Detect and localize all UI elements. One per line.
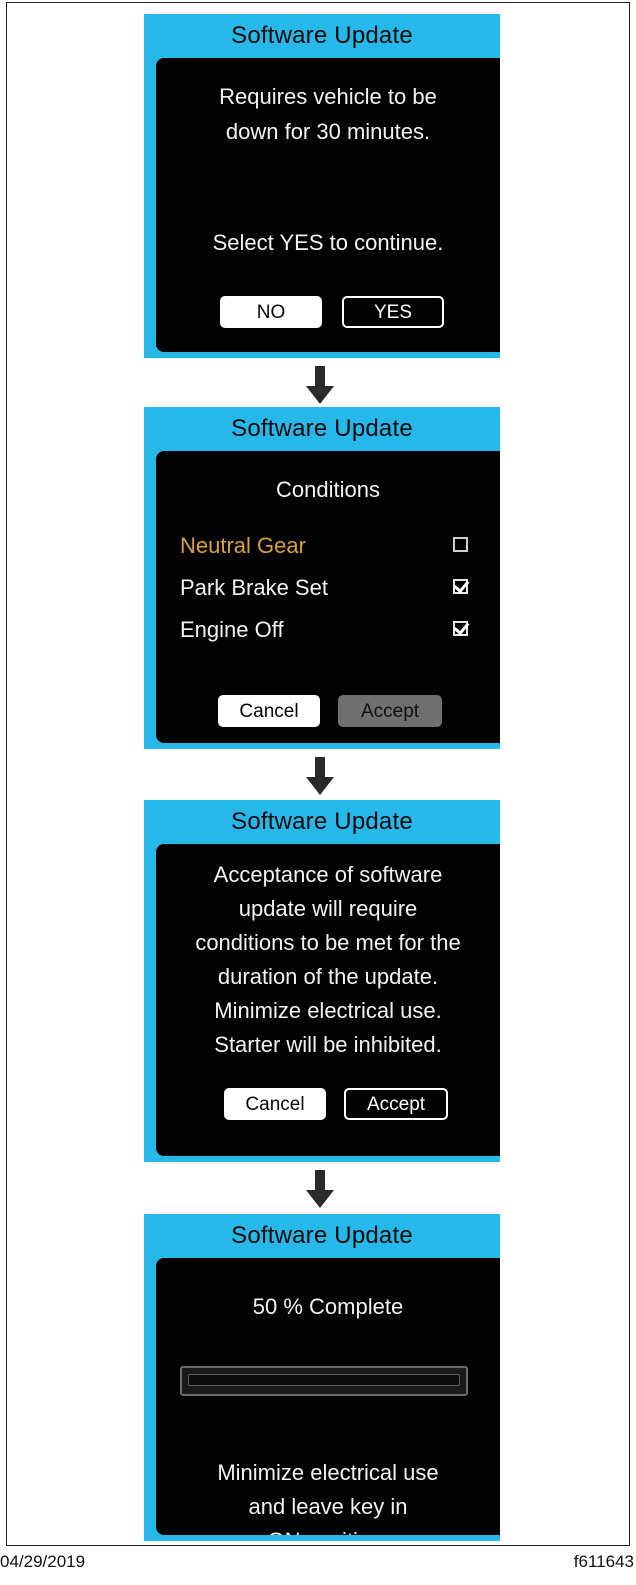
checkbox-icon <box>453 618 470 636</box>
progress-fill <box>189 1375 324 1385</box>
footer-date: 04/29/2019 <box>0 1552 86 1571</box>
accept-button[interactable]: Accept <box>344 1088 448 1120</box>
screen-body: 50 % Complete Minimize electrical use an… <box>156 1258 500 1535</box>
message-line: and leave key in <box>248 1494 408 1519</box>
screen-title: Software Update <box>231 1222 413 1249</box>
cancel-button[interactable]: Cancel <box>218 695 320 727</box>
screen-body: Conditions Neutral Gear Park Brake Set E… <box>156 451 500 743</box>
message-line: conditions to be met for the <box>195 930 461 955</box>
figure-id: f611643 <box>573 1552 634 1571</box>
checkbox-icon <box>453 537 468 552</box>
condition-row-neutral-gear: Neutral Gear <box>180 529 484 563</box>
condition-label: Park Brake Set <box>180 575 328 600</box>
screen-title: Software Update <box>231 415 413 442</box>
message-line: ON position. <box>156 1524 500 1535</box>
message-line: Acceptance of software <box>213 862 443 887</box>
software-update-screen-4: Software Update 50 % Complete Minimize e… <box>144 1214 500 1541</box>
message-line: Minimize electrical use <box>217 1460 439 1485</box>
condition-label: Engine Off <box>180 617 284 642</box>
conditions-heading: Conditions <box>276 477 380 502</box>
down-arrow-icon <box>306 366 334 406</box>
screen-title: Software Update <box>231 808 413 835</box>
accept-button[interactable]: Accept <box>338 695 442 727</box>
message-line: Requires vehicle to be <box>219 84 437 109</box>
screen-title: Software Update <box>231 22 413 49</box>
screen-body: Acceptance of software update will requi… <box>156 844 500 1156</box>
condition-label: Neutral Gear <box>180 533 306 558</box>
software-update-screen-1: Software Update Requires vehicle to be d… <box>144 14 500 358</box>
no-button[interactable]: NO <box>220 296 322 328</box>
software-update-screen-3: Software Update Acceptance of software u… <box>144 800 500 1162</box>
cancel-button[interactable]: Cancel <box>224 1088 326 1120</box>
down-arrow-icon <box>306 1170 334 1210</box>
progress-bar <box>180 1366 468 1396</box>
screen-body: Requires vehicle to be down for 30 minut… <box>156 58 500 352</box>
down-arrow-icon <box>306 757 334 797</box>
progress-label: 50 % Complete <box>252 1294 404 1319</box>
message-line: duration of the update. <box>217 964 439 989</box>
checkbox-icon <box>453 576 470 594</box>
yes-button[interactable]: YES <box>342 296 444 328</box>
message-line: Starter will be inhibited. <box>214 1032 442 1057</box>
message-line: update will require <box>238 896 418 921</box>
message-line: down for 30 minutes. <box>225 119 431 144</box>
message-line: Minimize electrical use. <box>214 998 442 1023</box>
condition-row-park-brake-set: Park Brake Set <box>180 571 484 605</box>
condition-row-engine-off: Engine Off <box>180 613 484 647</box>
software-update-screen-2: Software Update Conditions Neutral Gear … <box>144 407 500 749</box>
continue-prompt: Select YES to continue. <box>212 230 444 255</box>
